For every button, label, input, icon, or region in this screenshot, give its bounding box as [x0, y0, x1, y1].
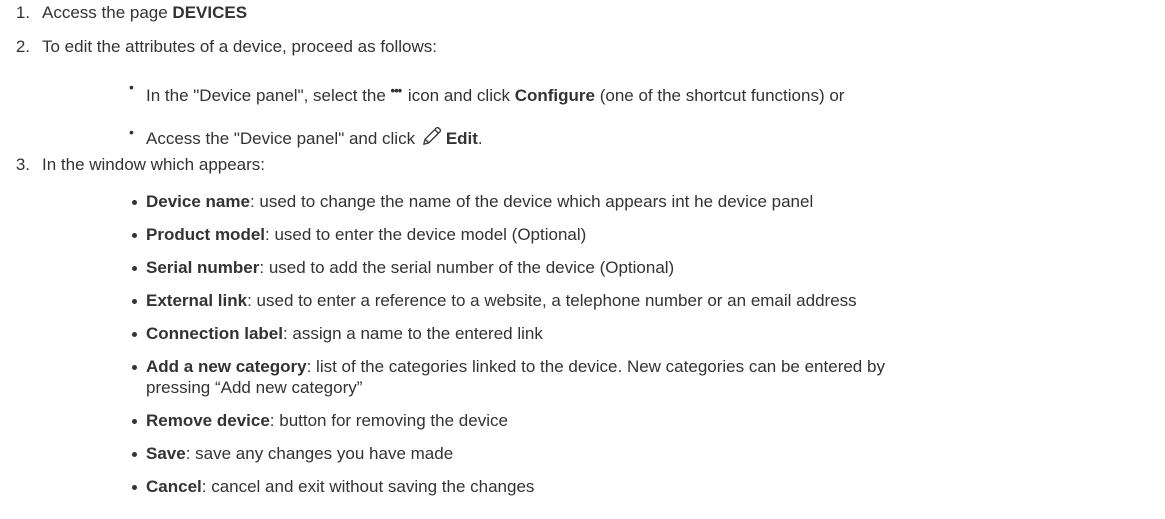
step-number: 2.	[15, 37, 30, 56]
bullet-text: .	[477, 129, 483, 148]
term-description: : used to add the serial number of the d…	[259, 258, 675, 277]
term-description: pressing “Add new category”	[146, 378, 363, 397]
term-external-link: External link	[146, 291, 248, 310]
list-item-continuation: pressing “Add new category”	[146, 377, 362, 399]
bullet-dot	[132, 299, 137, 304]
term-device-name: Device name	[146, 192, 250, 211]
term-remove-device: Remove device	[146, 411, 270, 430]
bullet-dot	[132, 200, 137, 205]
bullet-dot	[132, 365, 137, 370]
bullet-marker: •	[129, 79, 134, 95]
step-number: 1.	[15, 3, 30, 22]
term-description: : used to enter a reference to a website…	[247, 291, 857, 310]
term-description: : cancel and exit without saving the cha…	[201, 477, 535, 496]
term-description: : button for removing the device	[269, 411, 508, 430]
step-text: Access the page	[42, 3, 173, 22]
bullet-dot	[132, 332, 137, 337]
term-description: : save any changes you have made	[185, 444, 454, 463]
bullet-text: In the "Device panel", select the	[146, 86, 391, 105]
term-cancel: Cancel	[146, 477, 202, 496]
edit-pencil-icon	[422, 126, 441, 145]
term-description: : assign a name to the entered link	[282, 324, 543, 343]
bullet-marker: •	[129, 124, 134, 140]
configure-label: Configure	[514, 86, 595, 105]
bullet-text: icon and click	[403, 86, 515, 105]
document-body: 1. Access the page DEVICES 2. To edit th…	[0, 0, 1165, 519]
step-text: In the window which appears:	[42, 155, 266, 174]
term-description: : list of the categories linked to the d…	[306, 357, 885, 376]
bullet-dot	[132, 233, 137, 238]
bullet-dot	[132, 419, 137, 424]
term-serial-number: Serial number	[146, 258, 260, 277]
step-number: 3.	[15, 155, 30, 174]
page-name-devices: DEVICES	[172, 3, 248, 22]
step-text: To edit the attributes of a device, proc…	[42, 37, 438, 56]
term-save: Save	[146, 444, 186, 463]
edit-label: Edit	[445, 129, 478, 148]
bullet-text: (one of the shortcut functions) or	[594, 86, 845, 105]
bullet-dot	[132, 452, 137, 457]
term-product-model: Product model	[146, 225, 266, 244]
bullet-dot	[132, 485, 137, 490]
bullet-dot	[132, 266, 137, 271]
term-description: : used to enter the device model (Option…	[265, 225, 587, 244]
bullet-text: Access the "Device panel" and click	[146, 129, 420, 148]
term-description: : used to change the name of the device …	[249, 192, 814, 211]
more-dots-icon: •••	[390, 83, 403, 98]
term-add-category: Add a new category	[146, 357, 307, 376]
term-connection-label: Connection label	[146, 324, 283, 343]
